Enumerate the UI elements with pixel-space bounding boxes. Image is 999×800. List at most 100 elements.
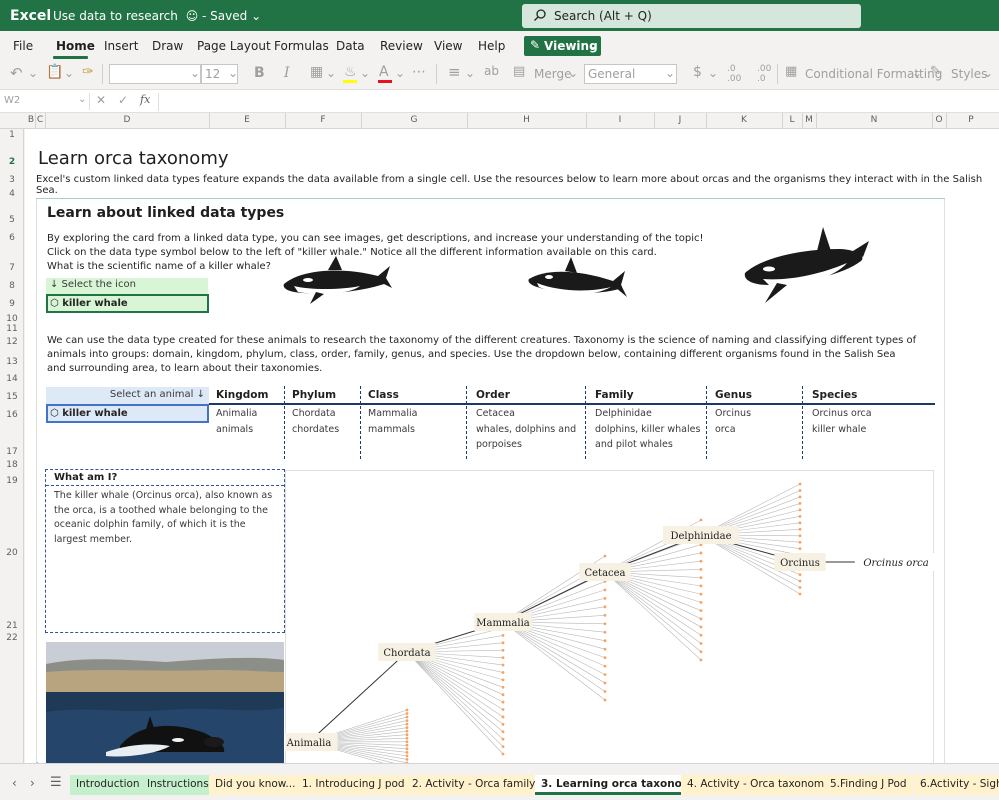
row-header[interactable]: 21 bbox=[0, 621, 24, 631]
chevron-down-icon[interactable]: ⌄ bbox=[708, 66, 718, 80]
search-input[interactable]: Search (Alt + Q) bbox=[522, 4, 861, 28]
tab-insert[interactable]: Insert bbox=[104, 39, 138, 53]
data-type-icon[interactable]: ⬡ bbox=[50, 408, 59, 419]
name-box[interactable]: W2 ⌄ bbox=[0, 93, 90, 110]
bold-button[interactable]: B bbox=[254, 65, 265, 81]
row-header[interactable]: 10 bbox=[0, 314, 24, 324]
animal-dropdown[interactable]: ⬡ killer whale bbox=[46, 404, 209, 423]
more-icon[interactable]: ⋯ bbox=[412, 64, 426, 80]
chevron-down-icon[interactable]: ⌄ bbox=[568, 66, 578, 80]
column-header[interactable]: P bbox=[946, 115, 996, 125]
wrap-text-icon[interactable]: ab bbox=[484, 64, 499, 78]
row-header[interactable]: 8 bbox=[0, 281, 24, 291]
row-header[interactable]: 15 bbox=[0, 392, 24, 402]
tab-data[interactable]: Data bbox=[336, 39, 365, 53]
column-header[interactable]: I bbox=[586, 115, 654, 125]
worksheet[interactable]: Learn orca taxonomy Excel's custom linke… bbox=[25, 129, 999, 763]
paste-icon[interactable]: 📋 bbox=[46, 64, 63, 80]
font-size-select[interactable]: 12 ⌄ bbox=[201, 64, 238, 84]
app-name[interactable]: Excel bbox=[10, 8, 51, 24]
chevron-down-icon[interactable]: ⌄ bbox=[360, 66, 370, 80]
sheet-tab[interactable]: 1. Introducing J pod bbox=[296, 775, 411, 795]
column-header[interactable]: E bbox=[209, 115, 285, 125]
column-header[interactable]: F bbox=[285, 115, 361, 125]
row-header[interactable]: 5 bbox=[0, 215, 24, 225]
chevron-down-icon[interactable]: ⌄ bbox=[28, 66, 38, 80]
font-color-icon[interactable]: A bbox=[379, 64, 389, 80]
align-icon[interactable]: ≡ bbox=[448, 63, 461, 81]
chevron-down-icon[interactable]: ⌄ bbox=[326, 66, 336, 80]
tab-home[interactable]: Home bbox=[56, 39, 95, 53]
row-header[interactable]: 19 bbox=[0, 476, 24, 486]
decrease-decimal-icon[interactable]: .00.0 bbox=[757, 64, 771, 84]
tab-draw[interactable]: Draw bbox=[152, 39, 183, 53]
viewing-mode-button[interactable]: ✎ Viewing ⌄ bbox=[524, 36, 601, 56]
tab-formulas[interactable]: Formulas bbox=[274, 39, 329, 53]
tab-review[interactable]: Review bbox=[380, 39, 423, 53]
chevron-down-icon[interactable]: ⌄ bbox=[64, 66, 74, 80]
row-header[interactable]: 22 bbox=[0, 633, 24, 643]
document-title[interactable]: Use data to research ☺ - Saved ⌄ bbox=[53, 9, 261, 23]
row-header[interactable]: 3 bbox=[0, 175, 24, 185]
row-header[interactable]: 4 bbox=[0, 189, 24, 199]
merge-label[interactable]: Merge bbox=[534, 67, 571, 81]
row-header[interactable]: 14 bbox=[0, 374, 24, 384]
column-header[interactable]: K bbox=[706, 115, 782, 125]
fill-color-icon[interactable]: ♨ bbox=[344, 64, 357, 80]
sheet-tab[interactable]: Did you know... bbox=[209, 775, 302, 795]
currency-button[interactable]: $ bbox=[693, 64, 702, 80]
chevron-down-icon[interactable]: ⌄ bbox=[465, 66, 475, 80]
chevron-right-icon[interactable]: › bbox=[30, 776, 35, 790]
enter-icon[interactable]: ✓ bbox=[118, 93, 128, 107]
tab-file[interactable]: File bbox=[13, 39, 33, 53]
sheet-tab[interactable]: 5.Finding J Pod bbox=[824, 775, 913, 795]
row-header[interactable]: 6 bbox=[0, 233, 24, 243]
increase-decimal-icon[interactable]: .0.00 bbox=[727, 64, 741, 84]
chevron-down-icon[interactable]: ⌄ bbox=[983, 66, 993, 80]
undo-icon[interactable]: ↶ bbox=[10, 64, 23, 82]
row-header[interactable]: 2 bbox=[0, 157, 24, 167]
all-sheets-menu-icon[interactable]: ☰ bbox=[50, 775, 62, 790]
column-header[interactable]: N bbox=[816, 115, 932, 125]
linked-data-cell[interactable]: ⬡ killer whale bbox=[46, 294, 209, 313]
sheet-tab[interactable]: Instructions bbox=[141, 775, 215, 795]
styles-icon[interactable]: ✎ bbox=[930, 64, 941, 79]
cancel-icon[interactable]: ✕ bbox=[96, 93, 106, 107]
row-header[interactable]: 1 bbox=[0, 130, 24, 140]
column-header[interactable]: C bbox=[35, 115, 45, 125]
sheet-tab[interactable]: 2. Activity - Orca family bbox=[406, 775, 542, 795]
sheet-tab[interactable]: Introduction bbox=[70, 775, 146, 795]
column-header[interactable]: B bbox=[27, 115, 35, 125]
formula-input[interactable] bbox=[158, 93, 999, 111]
row-header[interactable]: 11 bbox=[0, 324, 24, 334]
number-format-select[interactable]: General ⌄ bbox=[584, 64, 677, 84]
row-header[interactable]: 13 bbox=[0, 357, 24, 367]
font-name-select[interactable]: ⌄ bbox=[109, 64, 201, 84]
merge-icon[interactable]: ▤ bbox=[513, 64, 525, 79]
row-header[interactable]: 17 bbox=[0, 447, 24, 457]
tab-help[interactable]: Help bbox=[478, 39, 505, 53]
sheet-tab[interactable]: 4. Activity - Orca taxonomy bbox=[681, 775, 837, 795]
tab-view[interactable]: View bbox=[434, 39, 462, 53]
column-header[interactable]: D bbox=[45, 115, 209, 125]
chevron-left-icon[interactable]: ‹ bbox=[12, 776, 17, 790]
chevron-down-icon[interactable]: ⌄ bbox=[395, 66, 405, 80]
column-header[interactable]: J bbox=[654, 115, 706, 125]
function-icon[interactable]: fx bbox=[140, 93, 150, 106]
conditional-formatting-icon[interactable]: ▦ bbox=[785, 64, 797, 79]
tab-page-layout[interactable]: Page Layout bbox=[197, 39, 271, 53]
format-painter-icon[interactable]: ✑ bbox=[82, 64, 94, 80]
column-header[interactable]: L bbox=[782, 115, 802, 125]
row-header[interactable]: 7 bbox=[0, 263, 24, 273]
styles-label[interactable]: Styles bbox=[951, 67, 987, 81]
column-header[interactable]: G bbox=[361, 115, 467, 125]
chevron-down-icon[interactable]: ⌄ bbox=[912, 66, 922, 80]
sheet-tab[interactable]: 6.Activity - Sighti bbox=[914, 775, 999, 795]
row-header[interactable]: 20 bbox=[0, 548, 24, 558]
row-header[interactable]: 12 bbox=[0, 337, 24, 347]
data-type-icon[interactable]: ⬡ bbox=[50, 298, 59, 309]
row-header[interactable]: 9 bbox=[0, 299, 24, 309]
italic-button[interactable]: I bbox=[284, 65, 290, 81]
column-header[interactable]: O bbox=[932, 115, 946, 125]
row-header[interactable]: 16 bbox=[0, 410, 24, 420]
